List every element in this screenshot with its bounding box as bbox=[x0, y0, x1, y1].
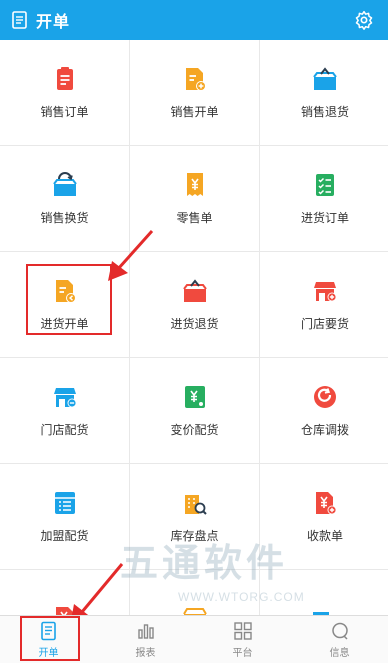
menu-item[interactable] bbox=[130, 570, 259, 615]
checklist-icon bbox=[316, 174, 334, 196]
menu-item[interactable]: 门店配货 bbox=[0, 358, 129, 463]
menu-item[interactable]: 门店要货 bbox=[260, 252, 388, 357]
page-title: 开单 bbox=[36, 14, 71, 31]
box-return-icon bbox=[313, 67, 337, 90]
menu-item[interactable]: 进货订单 bbox=[260, 146, 388, 251]
document-icon bbox=[12, 11, 27, 29]
bar-chart-icon bbox=[137, 623, 154, 639]
menu-item[interactable]: 加盟配货 bbox=[0, 464, 129, 569]
menu-item[interactable]: 变价配货 bbox=[130, 358, 259, 463]
tab-label: 信息 bbox=[329, 647, 350, 659]
box-return-icon bbox=[182, 279, 207, 302]
highlight-box bbox=[26, 264, 112, 335]
tab-xinxi[interactable]: 信息 bbox=[291, 616, 388, 663]
tab-highlight-box bbox=[20, 616, 80, 661]
yen-icon bbox=[55, 606, 73, 615]
tab-label: 平台 bbox=[232, 647, 253, 659]
menu-item[interactable] bbox=[260, 570, 388, 615]
chat-icon bbox=[331, 622, 348, 640]
app-header: 开单 bbox=[0, 0, 388, 40]
box-icon bbox=[182, 607, 207, 615]
truck-icon bbox=[313, 611, 329, 615]
menu-item[interactable]: 零售单 bbox=[130, 146, 259, 251]
list-icon bbox=[54, 492, 75, 514]
building-search-icon bbox=[184, 495, 207, 515]
refresh-icon bbox=[314, 386, 336, 408]
box-exchange-icon bbox=[52, 172, 77, 196]
menu-item[interactable]: 销售开单 bbox=[130, 40, 259, 145]
price-tag-icon bbox=[184, 386, 205, 408]
menu-item[interactable]: 仓库调拨 bbox=[260, 358, 388, 463]
menu-item[interactable]: 销售换货 bbox=[0, 146, 129, 251]
menu-item[interactable]: 销售退货 bbox=[260, 40, 388, 145]
tab-baobiao[interactable]: 报表 bbox=[97, 616, 194, 663]
menu-item-label: 加盟配货 bbox=[40, 529, 89, 543]
doc-add-icon bbox=[185, 68, 206, 91]
menu-item-label: 变价配货 bbox=[170, 423, 219, 437]
grid-icon bbox=[233, 621, 252, 640]
menu-item-label: 销售开单 bbox=[170, 105, 219, 119]
tab-label: 报表 bbox=[135, 647, 156, 659]
menu-item-label: 进货订单 bbox=[300, 211, 349, 225]
menu-item-label: 销售订单 bbox=[40, 105, 89, 119]
menu-item-label: 门店要货 bbox=[300, 317, 349, 331]
yen-add-icon bbox=[316, 492, 337, 515]
menu-item-label: 销售换货 bbox=[40, 211, 89, 225]
menu-item-label: 库存盘点 bbox=[170, 529, 219, 543]
clipboard-icon bbox=[56, 67, 73, 90]
menu-item[interactable]: 收款单 bbox=[260, 464, 388, 569]
menu-item[interactable]: 库存盘点 bbox=[130, 464, 259, 569]
gear-icon[interactable] bbox=[354, 10, 374, 30]
menu-item-label: 进货退货 bbox=[170, 317, 219, 331]
menu-item[interactable] bbox=[0, 570, 129, 615]
store-minus-icon bbox=[53, 388, 76, 408]
menu-item-label: 门店配货 bbox=[40, 423, 89, 437]
store-add-icon bbox=[314, 282, 337, 302]
menu-item-label: 零售单 bbox=[176, 211, 213, 225]
menu-item-label: 销售退货 bbox=[300, 105, 349, 119]
tab-pingtai[interactable]: 平台 bbox=[194, 616, 291, 663]
menu-item-label: 仓库调拨 bbox=[300, 423, 349, 437]
menu-item-label: 收款单 bbox=[306, 529, 343, 543]
receipt-icon bbox=[186, 173, 203, 196]
menu-item[interactable]: 销售订单 bbox=[0, 40, 129, 145]
menu-item[interactable]: 进货退货 bbox=[130, 252, 259, 357]
